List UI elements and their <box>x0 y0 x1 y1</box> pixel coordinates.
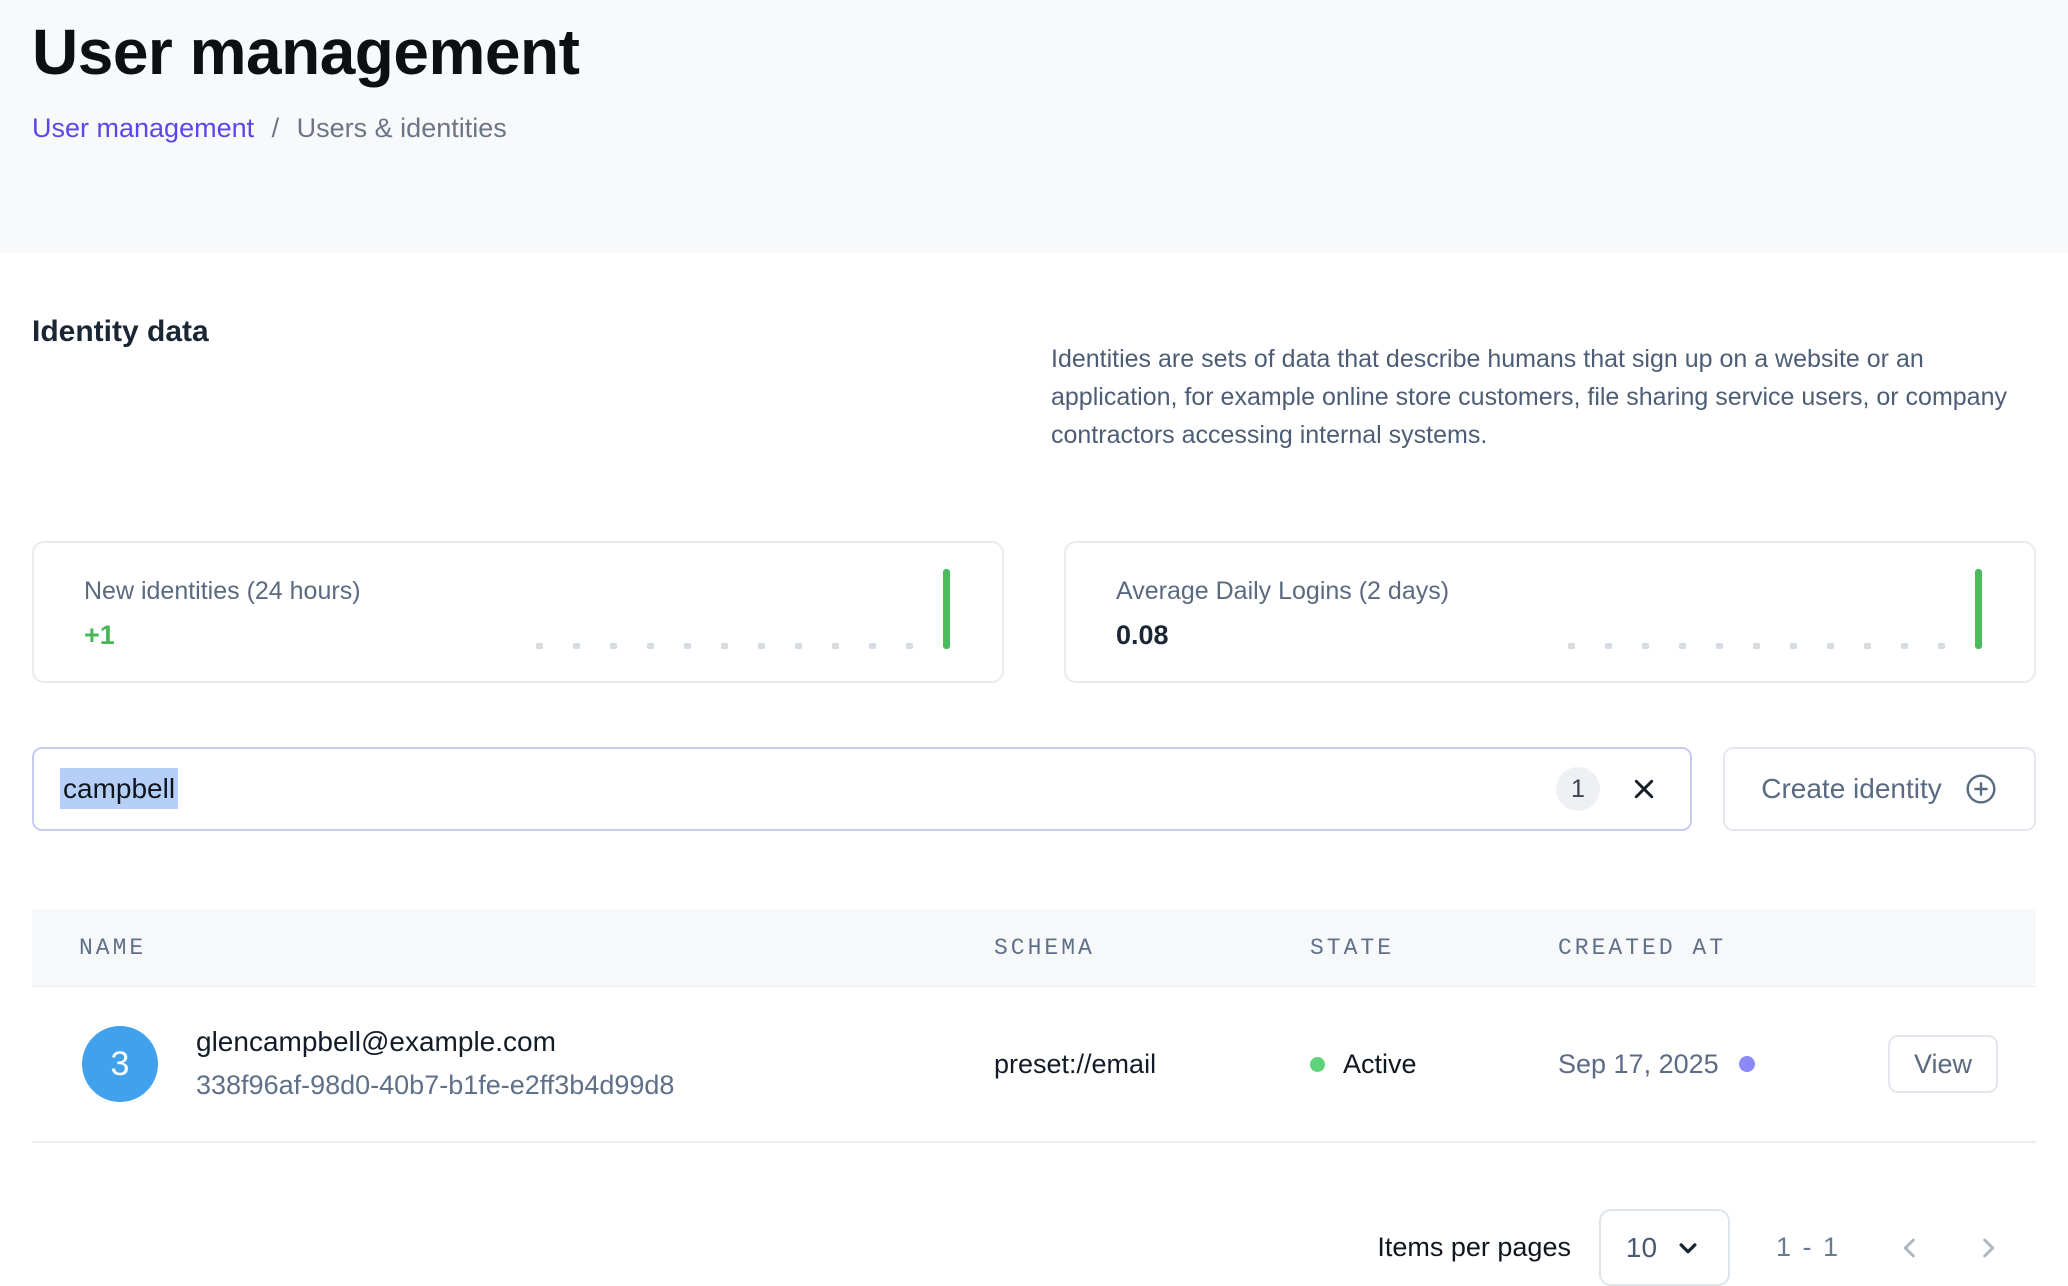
identity-name-cell: 3 glencampbell@example.com 338f96af-98d0… <box>32 1026 994 1102</box>
spark-flat-point <box>832 643 839 649</box>
spark-flat-point <box>795 643 802 649</box>
sparkline-chart <box>1568 569 1982 649</box>
spark-flat-point <box>906 643 913 649</box>
chevron-down-icon <box>1673 1233 1703 1263</box>
previous-page-button[interactable] <box>1890 1228 1930 1268</box>
metric-card-new-identities: New identities (24 hours) +1 <box>32 541 1004 683</box>
search-input-text-area: campbell <box>60 773 1556 805</box>
created-at-dot <box>1739 1056 1755 1072</box>
page-title: User management <box>32 16 2036 90</box>
spark-flat-point <box>1605 643 1612 649</box>
create-identity-label: Create identity <box>1761 773 1942 805</box>
spark-flat-point <box>1642 643 1649 649</box>
spark-flat-point <box>536 643 543 649</box>
items-per-page-label: Items per pages <box>1377 1232 1571 1263</box>
section-heading: Identity data <box>32 315 209 349</box>
view-button[interactable]: View <box>1888 1035 1998 1093</box>
identity-email: glencampbell@example.com <box>196 1027 674 1058</box>
chevron-right-icon <box>1972 1232 2004 1264</box>
next-page-button[interactable] <box>1968 1228 2008 1268</box>
identity-schema: preset://email <box>994 1049 1310 1080</box>
metric-cards: New identities (24 hours) +1 Average Dai… <box>32 541 2036 683</box>
search-row: campbell 1 Create identity <box>32 747 2036 831</box>
identity-created-cell: Sep 17, 2025 <box>1558 1049 1888 1080</box>
spark-flat-point <box>1827 643 1834 649</box>
avatar: 3 <box>82 1026 158 1102</box>
close-icon <box>1628 773 1660 805</box>
identity-state: Active <box>1343 1049 1417 1080</box>
pagination: Items per pages 10 1 - 1 <box>32 1209 2036 1286</box>
identity-name-stack: glencampbell@example.com 338f96af-98d0-4… <box>196 1027 674 1100</box>
active-status-dot <box>1310 1057 1325 1072</box>
metric-card-average-daily-logins: Average Daily Logins (2 days) 0.08 <box>1064 541 2036 683</box>
plus-circle-icon <box>1964 772 1998 806</box>
identity-data-section-header: Identity data Identities are sets of dat… <box>32 315 2036 479</box>
breadcrumb-link-user-management[interactable]: User management <box>32 113 254 143</box>
spark-spike-bar <box>1975 569 1982 649</box>
identity-state-cell: Active <box>1310 1049 1558 1080</box>
breadcrumb: User management / Users & identities <box>32 112 2036 144</box>
clear-search-button[interactable] <box>1624 769 1664 809</box>
main-content: Identity data Identities are sets of dat… <box>0 315 2068 1286</box>
pagination-range: 1 - 1 <box>1776 1232 1840 1263</box>
spark-flat-point <box>610 643 617 649</box>
spark-flat-point <box>1938 643 1945 649</box>
sparkline-chart <box>536 569 950 649</box>
chevron-left-icon <box>1894 1232 1926 1264</box>
spark-flat-point <box>1716 643 1723 649</box>
spark-flat-point <box>1753 643 1760 649</box>
column-header-created-at: CREATED AT <box>1558 935 1888 961</box>
spark-flat-point <box>869 643 876 649</box>
search-input-value: campbell <box>60 768 178 809</box>
spark-flat-point <box>758 643 765 649</box>
column-header-schema: SCHEMA <box>994 935 1310 961</box>
items-per-page-select[interactable]: 10 <box>1599 1209 1730 1286</box>
spark-flat-point <box>684 643 691 649</box>
identity-action-cell: View <box>1888 1035 2066 1093</box>
spark-flat-point <box>1790 643 1797 649</box>
breadcrumb-separator: / <box>272 113 280 143</box>
spark-flat-point <box>1568 643 1575 649</box>
identity-created-at: Sep 17, 2025 <box>1558 1049 1719 1080</box>
items-per-page-value: 10 <box>1626 1232 1657 1264</box>
table-row: 3 glencampbell@example.com 338f96af-98d0… <box>32 987 2036 1143</box>
breadcrumb-current: Users & identities <box>297 113 507 143</box>
spark-spike-bar <box>943 569 950 649</box>
table-header-row: NAME SCHEMA STATE CREATED AT <box>32 909 2036 987</box>
section-description: Identities are sets of data that describ… <box>1051 340 2036 454</box>
spark-flat-point <box>647 643 654 649</box>
column-header-state: STATE <box>1310 935 1558 961</box>
create-identity-button[interactable]: Create identity <box>1723 747 2036 831</box>
search-input[interactable]: campbell 1 <box>32 747 1692 831</box>
spark-flat-point <box>1901 643 1908 649</box>
search-result-count-badge: 1 <box>1556 767 1600 811</box>
page-header: User management User management / Users … <box>0 0 2068 253</box>
identity-id: 338f96af-98d0-40b7-b1fe-e2ff3b4d99d8 <box>196 1071 674 1101</box>
spark-flat-point <box>721 643 728 649</box>
identities-table: NAME SCHEMA STATE CREATED AT 3 glencampb… <box>32 909 2036 1143</box>
spark-flat-point <box>573 643 580 649</box>
spark-flat-point <box>1864 643 1871 649</box>
spark-flat-point <box>1679 643 1686 649</box>
column-header-name: NAME <box>32 935 994 961</box>
